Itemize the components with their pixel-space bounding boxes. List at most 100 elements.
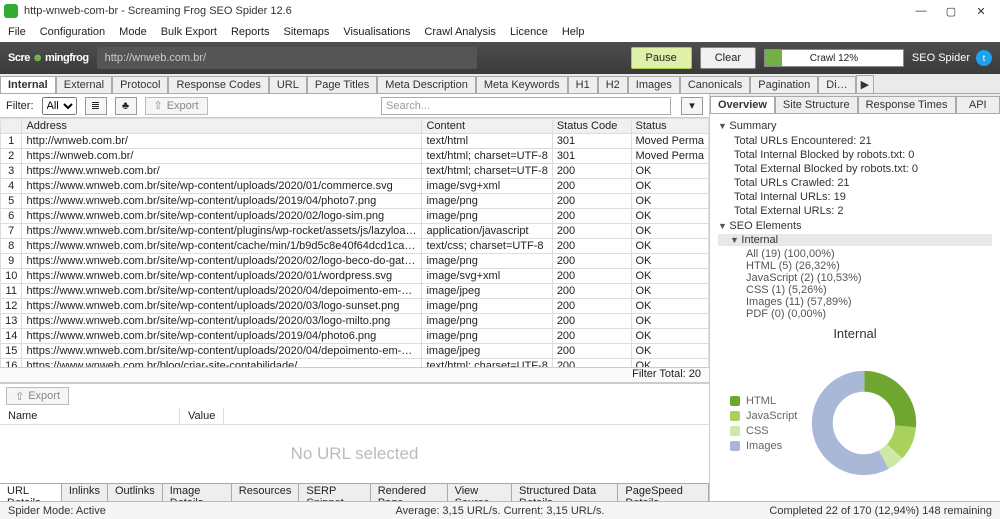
col-status-code[interactable]: Status Code bbox=[552, 119, 631, 134]
table-row[interactable]: 8https://www.wnweb.com.br/site/wp-conten… bbox=[1, 239, 709, 254]
right-tab-api[interactable]: API bbox=[956, 96, 1000, 113]
search-dropdown-icon[interactable]: ▾ bbox=[681, 97, 703, 115]
legend-item: Images bbox=[730, 440, 797, 452]
tab-h1[interactable]: H1 bbox=[568, 76, 598, 93]
tab-page-titles[interactable]: Page Titles bbox=[307, 76, 377, 93]
tree-header[interactable]: Internal bbox=[718, 234, 992, 246]
tab-protocol[interactable]: Protocol bbox=[112, 76, 168, 93]
tree-item[interactable]: PDF (0) (0,00%) bbox=[718, 308, 992, 320]
tree-item[interactable]: Total Internal Blocked by robots.txt: 0 bbox=[718, 148, 992, 162]
tree-view-icon[interactable]: ♣ bbox=[115, 97, 137, 115]
tab-images[interactable]: Images bbox=[628, 76, 680, 93]
twitter-icon[interactable]: t bbox=[976, 50, 992, 66]
menu-crawl-analysis[interactable]: Crawl Analysis bbox=[424, 26, 496, 38]
tree-item[interactable]: JavaScript (2) (10,53%) bbox=[718, 272, 992, 284]
tab-url[interactable]: URL bbox=[269, 76, 307, 93]
legend-swatch bbox=[730, 411, 740, 421]
table-row[interactable]: 12https://www.wnweb.com.br/site/wp-conte… bbox=[1, 299, 709, 314]
table-row[interactable]: 13https://www.wnweb.com.br/site/wp-conte… bbox=[1, 314, 709, 329]
tree-item[interactable]: Images (11) (57,89%) bbox=[718, 296, 992, 308]
col-content[interactable]: Content bbox=[422, 119, 552, 134]
detail-tab-serp-snippet[interactable]: SERP Snippet bbox=[299, 484, 370, 501]
col-num[interactable] bbox=[1, 119, 22, 134]
legend-swatch bbox=[730, 426, 740, 436]
status-right: Completed 22 of 170 (12,94%) 148 remaini… bbox=[769, 505, 992, 517]
tree-item[interactable]: Total Internal URLs: 19 bbox=[718, 190, 992, 204]
detail-tab-inlinks[interactable]: Inlinks bbox=[62, 484, 108, 501]
maximize-button[interactable]: ▢ bbox=[936, 2, 966, 20]
results-grid[interactable]: AddressContentStatus CodeStatus1http://w… bbox=[0, 118, 709, 367]
right-tab-response-times[interactable]: Response Times bbox=[858, 96, 956, 113]
tree-item[interactable]: Total URLs Crawled: 21 bbox=[718, 176, 992, 190]
col-status[interactable]: Status bbox=[631, 119, 709, 134]
tree-item[interactable]: CSS (1) (5,26%) bbox=[718, 284, 992, 296]
table-row[interactable]: 3https://www.wnweb.com.br/text/html; cha… bbox=[1, 164, 709, 179]
menu-reports[interactable]: Reports bbox=[231, 26, 270, 38]
statusbar: Spider Mode: Active Average: 3,15 URL/s.… bbox=[0, 501, 1000, 519]
tab-pagination[interactable]: Pagination bbox=[750, 76, 818, 93]
tree-item[interactable]: Total URLs Encountered: 21 bbox=[718, 134, 992, 148]
table-row[interactable]: 5https://www.wnweb.com.br/site/wp-conten… bbox=[1, 194, 709, 209]
table-row[interactable]: 14https://www.wnweb.com.br/site/wp-conte… bbox=[1, 329, 709, 344]
menu-file[interactable]: File bbox=[8, 26, 26, 38]
table-row[interactable]: 11https://www.wnweb.com.br/site/wp-conte… bbox=[1, 284, 709, 299]
detail-export-button[interactable]: ⇧Export bbox=[6, 387, 69, 405]
clear-button[interactable]: Clear bbox=[700, 47, 756, 69]
detail-tab-url-details[interactable]: URL Details bbox=[0, 484, 62, 501]
table-row[interactable]: 10https://www.wnweb.com.br/site/wp-conte… bbox=[1, 269, 709, 284]
search-input[interactable]: Search... bbox=[381, 97, 671, 115]
minimize-button[interactable]: — bbox=[906, 2, 936, 20]
menu-configuration[interactable]: Configuration bbox=[40, 26, 105, 38]
tab-di-[interactable]: Di… bbox=[818, 76, 855, 93]
tab-canonicals[interactable]: Canonicals bbox=[680, 76, 750, 93]
detail-tab-rendered-page[interactable]: Rendered Page bbox=[371, 484, 448, 501]
pause-button[interactable]: Pause bbox=[631, 47, 692, 69]
menu-mode[interactable]: Mode bbox=[119, 26, 147, 38]
upload-icon: ⇧ bbox=[154, 99, 163, 112]
detail-tab-outlinks[interactable]: Outlinks bbox=[108, 484, 163, 501]
right-tab-site-structure[interactable]: Site Structure bbox=[775, 96, 858, 113]
table-row[interactable]: 16https://www.wnweb.com.br/blog/criar-si… bbox=[1, 359, 709, 368]
right-tab-overview[interactable]: Overview bbox=[710, 96, 775, 113]
tab-meta-keywords[interactable]: Meta Keywords bbox=[476, 76, 568, 93]
tree-header[interactable]: Summary bbox=[718, 120, 992, 132]
table-row[interactable]: 7https://www.wnweb.com.br/site/wp-conten… bbox=[1, 224, 709, 239]
tree-item[interactable]: HTML (5) (26,32%) bbox=[718, 260, 992, 272]
tab--[interactable]: ▶ bbox=[856, 75, 874, 93]
tab-response-codes[interactable]: Response Codes bbox=[168, 76, 268, 93]
detail-tabstrip: URL DetailsInlinksOutlinksImage DetailsR… bbox=[0, 483, 709, 501]
overview-tree[interactable]: SummaryTotal URLs Encountered: 21Total I… bbox=[710, 114, 1000, 324]
detail-tab-image-details[interactable]: Image Details bbox=[163, 484, 232, 501]
tab-internal[interactable]: Internal bbox=[0, 76, 56, 93]
tab-h2[interactable]: H2 bbox=[598, 76, 628, 93]
export-button[interactable]: ⇧Export bbox=[145, 97, 208, 115]
list-view-icon[interactable]: ≣ bbox=[85, 97, 107, 115]
table-row[interactable]: 6https://www.wnweb.com.br/site/wp-conten… bbox=[1, 209, 709, 224]
detail-tab-pagespeed-details[interactable]: PageSpeed Details bbox=[618, 484, 709, 501]
table-row[interactable]: 15https://www.wnweb.com.br/site/wp-conte… bbox=[1, 344, 709, 359]
menu-licence[interactable]: Licence bbox=[510, 26, 548, 38]
close-button[interactable]: ✕ bbox=[966, 2, 996, 20]
table-row[interactable]: 2https://wnweb.com.br/text/html; charset… bbox=[1, 149, 709, 164]
tree-item[interactable]: Total External Blocked by robots.txt: 0 bbox=[718, 162, 992, 176]
detail-tab-view-source[interactable]: View Source bbox=[448, 484, 512, 501]
table-row[interactable]: 9https://www.wnweb.com.br/site/wp-conten… bbox=[1, 254, 709, 269]
tab-meta-description[interactable]: Meta Description bbox=[377, 76, 476, 93]
tree-item[interactable]: All (19) (100,00%) bbox=[718, 248, 992, 260]
tree-item[interactable]: Total External URLs: 2 bbox=[718, 204, 992, 218]
detail-columns: Name Value bbox=[0, 408, 709, 425]
detail-tab-structured-data-details[interactable]: Structured Data Details bbox=[512, 484, 618, 501]
tab-external[interactable]: External bbox=[56, 76, 112, 93]
detail-tab-resources[interactable]: Resources bbox=[232, 484, 300, 501]
menu-sitemaps[interactable]: Sitemaps bbox=[283, 26, 329, 38]
col-address[interactable]: Address bbox=[22, 119, 422, 134]
menu-visualisations[interactable]: Visualisations bbox=[343, 26, 410, 38]
tree-header[interactable]: SEO Elements bbox=[718, 220, 992, 232]
menu-bulk-export[interactable]: Bulk Export bbox=[161, 26, 217, 38]
table-row[interactable]: 4https://www.wnweb.com.br/site/wp-conten… bbox=[1, 179, 709, 194]
menu-help[interactable]: Help bbox=[562, 26, 585, 38]
filter-select[interactable]: All bbox=[42, 97, 77, 115]
url-input[interactable]: http://wnweb.com.br/ bbox=[97, 47, 477, 69]
table-row[interactable]: 1http://wnweb.com.br/text/html301Moved P… bbox=[1, 134, 709, 149]
legend-swatch bbox=[730, 441, 740, 451]
